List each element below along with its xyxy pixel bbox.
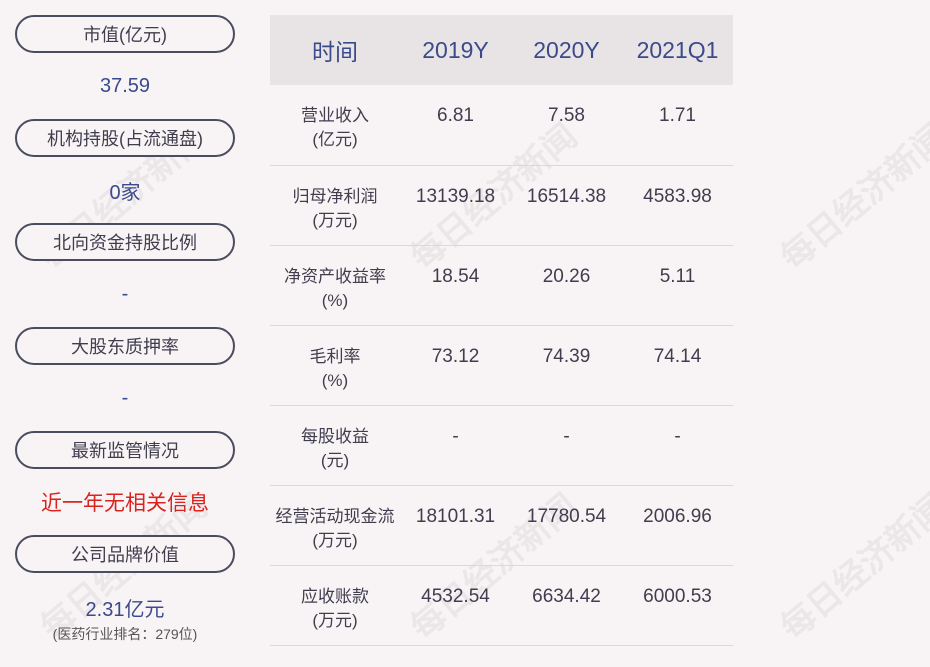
table-cell: 4583.98 [622, 165, 733, 246]
header-time: 时间 [270, 15, 400, 85]
table-cell: - [400, 405, 511, 486]
table-row: 归母净利润 (万元) 13139.18 16514.38 4583.98 [270, 165, 733, 246]
table-cell: 2006.96 [622, 485, 733, 566]
header-2019y: 2019Y [400, 15, 511, 85]
row-label: 净资产收益率 (%) [270, 245, 400, 326]
table-cell: 74.14 [622, 325, 733, 406]
table-row: 营业收入 (亿元) 6.81 7.58 1.71 [270, 85, 733, 166]
table-cell: 5.11 [622, 245, 733, 326]
table-row: 毛利率 (%) 73.12 74.39 74.14 [270, 325, 733, 406]
pledge-ratio-label: 大股东质押率 [15, 327, 235, 365]
table-cell: 6.81 [400, 85, 511, 166]
watermark: 每日经济新闻 [773, 116, 930, 279]
table-row: 每股收益 (元) - - - [270, 405, 733, 486]
brand-value-label: 公司品牌价值 [15, 535, 235, 573]
regulation-label: 最新监管情况 [15, 431, 235, 469]
table-cell: 17780.54 [511, 485, 622, 566]
brand-rank-note: (医药行业排名：279位) [52, 626, 198, 642]
table-cell: 13139.18 [400, 165, 511, 246]
row-label: 归母净利润 (万元) [270, 165, 400, 246]
table-cell: 16514.38 [511, 165, 622, 246]
table-cell: 73.12 [400, 325, 511, 406]
pledge-ratio-value: - [121, 386, 129, 409]
table-header-row: 时间 2019Y 2020Y 2021Q1 [270, 15, 733, 85]
table-row: 净资产收益率 (%) 18.54 20.26 5.11 [270, 245, 733, 326]
header-2020y: 2020Y [511, 15, 622, 85]
financial-table: 时间 2019Y 2020Y 2021Q1 营业收入 (亿元) 6.81 7.58… [270, 15, 733, 646]
institution-holding-value: 0家 [109, 181, 141, 204]
table-cell: 18.54 [400, 245, 511, 326]
row-label: 毛利率 (%) [270, 325, 400, 406]
row-label: 应收账款 (万元) [270, 565, 400, 646]
table-cell: 18101.31 [400, 485, 511, 566]
table-cell: 6000.53 [622, 565, 733, 646]
table-cell: 1.71 [622, 85, 733, 166]
table-row: 应收账款 (万元) 4532.54 6634.42 6000.53 [270, 565, 733, 646]
row-label: 经营活动现金流 (万元) [270, 485, 400, 566]
institution-holding-label: 机构持股(占流通盘) [15, 119, 235, 157]
row-label: 营业收入 (亿元) [270, 85, 400, 166]
table-cell: 4532.54 [400, 565, 511, 646]
table-cell: 74.39 [511, 325, 622, 406]
northbound-ratio-label: 北向资金持股比例 [15, 223, 235, 261]
table-cell: 7.58 [511, 85, 622, 166]
table-cell: - [511, 405, 622, 486]
left-panel: 市值(亿元) 37.59 机构持股(占流通盘) 0家 北向资金持股比例 - 大股… [15, 15, 235, 643]
table-cell: - [622, 405, 733, 486]
northbound-ratio-value: - [121, 282, 129, 305]
brand-value: 2.31亿元 (医药行业排名：279位) [52, 599, 198, 642]
regulation-value: 近一年无相关信息 [41, 492, 209, 515]
table-cell: 20.26 [511, 245, 622, 326]
watermark: 每日经济新闻 [773, 486, 930, 649]
market-cap-label: 市值(亿元) [15, 15, 235, 53]
header-2021q1: 2021Q1 [622, 15, 733, 85]
market-cap-value: 37.59 [99, 74, 151, 97]
table-cell: 6634.42 [511, 565, 622, 646]
table-row: 经营活动现金流 (万元) 18101.31 17780.54 2006.96 [270, 485, 733, 566]
row-label: 每股收益 (元) [270, 405, 400, 486]
